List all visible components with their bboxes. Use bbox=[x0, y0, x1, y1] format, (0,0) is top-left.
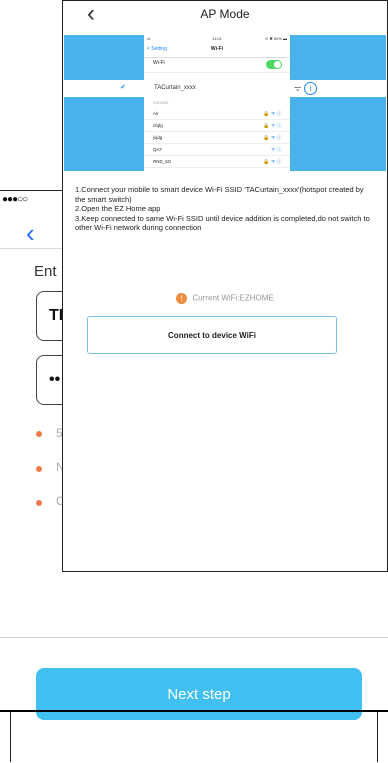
network-name: cfqfg bbox=[153, 123, 163, 128]
instruction-step: 1.Connect your mobile to smart device Wi… bbox=[75, 185, 364, 204]
bullet-icon bbox=[36, 466, 42, 472]
bullet-icon bbox=[36, 500, 42, 506]
network-row: RND_5G 🔒 ᯤ ⓘ bbox=[144, 157, 290, 168]
selected-network-name: TACurtain_xxxx bbox=[154, 85, 196, 91]
phone-nav-title: Wi-Fi bbox=[210, 46, 224, 52]
wifi-settings-illustration: •ıl 11:01 ⊙ ✱ 60% ▬ < Setting Wi-Fi Wi-F… bbox=[64, 35, 386, 171]
network-name: RND_5G bbox=[153, 159, 172, 164]
current-wifi-text: Current WiFi:EZHOME bbox=[192, 293, 274, 303]
selected-network-row: ✔ TACurtain_xxxx ᯤ i bbox=[64, 80, 386, 97]
warning-icon: ! bbox=[176, 293, 188, 304]
password-value: •• bbox=[49, 371, 61, 388]
enter-label: Ent bbox=[34, 263, 57, 280]
network-name: jvjdg bbox=[153, 135, 163, 140]
network-name: Air bbox=[153, 111, 159, 116]
ap-mode-dialog: ‹ AP Mode •ıl 11:01 ⊙ ✱ 60% ▬ < Setting … bbox=[62, 0, 388, 572]
current-wifi-status: ! Current WiFi:EZHOME bbox=[63, 293, 387, 304]
wifi-signal-icon: ᯤ bbox=[294, 84, 302, 93]
network-icons: 🔒 ᯤ ⓘ bbox=[263, 159, 282, 165]
network-icons: 🔒 ᯤ ⓘ bbox=[263, 111, 282, 117]
frame-edge-right bbox=[377, 712, 378, 762]
network-icons: ᯤ ⓘ bbox=[271, 147, 282, 153]
network-row: Air 🔒 ᯤ ⓘ bbox=[144, 109, 290, 120]
wifi-toggle-row: Wi-Fi bbox=[144, 60, 290, 73]
dialog-title: AP Mode bbox=[200, 7, 250, 21]
checkmark-icon: ✔ bbox=[120, 84, 126, 91]
network-row: QA7 ᯤ ⓘ bbox=[144, 145, 290, 156]
instruction-step: 3.Keep connected to same Wi-Fi SSID unti… bbox=[75, 213, 370, 233]
phone-screenshot: •ıl 11:01 ⊙ ✱ 60% ▬ < Setting Wi-Fi Wi-F… bbox=[144, 35, 290, 171]
wifi-label: Wi-Fi bbox=[153, 60, 165, 66]
back-button[interactable]: ‹ bbox=[26, 220, 35, 246]
battery-text: ⊙ ✱ 60% ▬ bbox=[264, 36, 287, 41]
network-icons: 🔒 ᯤ ⓘ bbox=[263, 135, 282, 141]
divider bbox=[0, 637, 388, 638]
network-row: jvjdg 🔒 ᯤ ⓘ bbox=[144, 133, 290, 144]
dialog-header: ‹ AP Mode bbox=[63, 1, 387, 35]
network-name: QA7 bbox=[153, 147, 163, 152]
next-step-button[interactable]: Next step bbox=[36, 668, 362, 720]
network-row: cfqfg 🔒 ᯤ ⓘ bbox=[144, 121, 290, 132]
signal-dots-icon: ●●●○○ bbox=[2, 194, 28, 205]
phone-nav: < Setting Wi-Fi bbox=[144, 45, 290, 58]
connect-to-device-wifi-button[interactable]: Connect to device WiFi bbox=[87, 316, 337, 354]
bullet-icon bbox=[36, 431, 42, 437]
wifi-toggle-icon bbox=[266, 60, 282, 69]
instructions: 1.Connect your mobile to smart device Wi… bbox=[75, 185, 375, 233]
choose-network-label: CHOOSE bbox=[153, 101, 169, 105]
horizontal-rule bbox=[0, 710, 388, 712]
frame-edge-left bbox=[10, 712, 11, 762]
network-icons: 🔒 ᯤ ⓘ bbox=[263, 123, 282, 129]
instruction-step: 2.Open the EZ Home app bbox=[75, 204, 161, 213]
info-icon: i bbox=[304, 82, 317, 95]
